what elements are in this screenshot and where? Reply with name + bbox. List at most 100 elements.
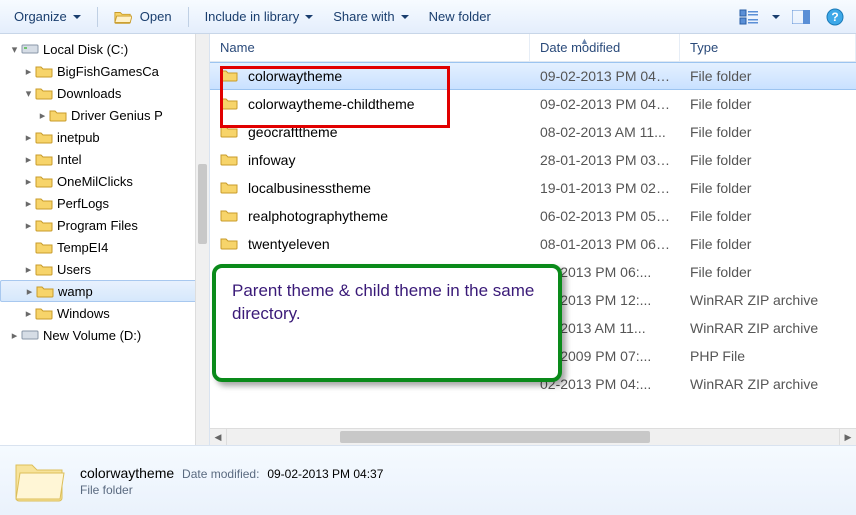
tree-item-downloads[interactable]: ▾ Downloads [0, 82, 209, 104]
folder-icon [220, 207, 242, 226]
open-button[interactable]: Open [108, 6, 178, 28]
label: Windows [57, 306, 110, 321]
cell-type: WinRAR ZIP archive [680, 376, 856, 392]
share-with-menu[interactable]: Share with [327, 6, 414, 27]
scrollbar-thumb[interactable] [340, 431, 650, 443]
tree-item-local-disk[interactable]: ▾ Local Disk (C:) [0, 38, 209, 60]
view-icon [739, 9, 759, 25]
preview-pane-button[interactable] [788, 6, 814, 28]
expand-icon[interactable]: ▸ [8, 329, 21, 342]
file-row[interactable]: realphotographytheme 06-02-2013 PM 05:...… [210, 202, 856, 230]
file-row[interactable]: geocrafttheme 08-02-2013 AM 11...File fol… [210, 118, 856, 146]
label: New Volume (D:) [43, 328, 141, 343]
tree-item-driver[interactable]: ▸ Driver Genius P [0, 104, 209, 126]
tree-item-wamp[interactable]: ▸wamp [0, 280, 209, 302]
tree-item-newvolume[interactable]: ▸ New Volume (D:) [0, 324, 209, 346]
help-button[interactable]: ? [822, 6, 848, 28]
expand-icon[interactable]: ▸ [22, 153, 35, 166]
label: inetpub [57, 130, 100, 145]
file-name: infoway [248, 152, 295, 168]
folder-icon [220, 123, 242, 142]
organize-menu[interactable]: Organize [8, 6, 87, 27]
file-row[interactable]: localbusinesstheme19-01-2013 PM 02:...Fi… [210, 174, 856, 202]
folder-icon [220, 95, 242, 114]
tree-item-inetpub[interactable]: ▸ inetpub [0, 126, 209, 148]
column-name[interactable]: Name [210, 34, 530, 61]
column-date[interactable]: Date modified [530, 34, 680, 61]
file-list: Name ▲ Date modified Type colorwaytheme0… [210, 34, 856, 445]
tree-item-intel[interactable]: ▸Intel [0, 148, 209, 170]
cell-type: File folder [680, 264, 856, 280]
disk-icon [21, 327, 39, 343]
scroll-left-arrow[interactable]: ◀ [210, 429, 227, 445]
label: Downloads [57, 86, 121, 101]
details-type: File folder [80, 483, 383, 497]
folder-icon [35, 129, 53, 145]
file-name: geocrafttheme [248, 124, 338, 140]
file-name: colorwaytheme-childtheme [248, 96, 415, 112]
tree-item-bigfish[interactable]: ▸ BigFishGamesCa [0, 60, 209, 82]
expand-icon[interactable]: ▸ [22, 219, 35, 232]
column-name-label: Name [220, 40, 255, 55]
tree-item-windows[interactable]: ▸ Windows [0, 302, 209, 324]
label: Local Disk (C:) [43, 42, 128, 57]
tree-item-users[interactable]: ▸Users [0, 258, 209, 280]
expand-icon[interactable]: ▸ [23, 285, 36, 298]
cell-date: 09-02-2013 PM 04:... [530, 96, 680, 112]
folder-large-icon [12, 457, 66, 505]
label: Program Files [57, 218, 138, 233]
cell-name: infoway [210, 151, 530, 170]
expand-icon[interactable]: ▸ [22, 65, 35, 78]
cell-name: localbusinesstheme [210, 179, 530, 198]
file-row[interactable]: twentyeleven08-01-2013 PM 06:...File fol… [210, 230, 856, 258]
scroll-right-arrow[interactable]: ▶ [839, 429, 856, 445]
file-row[interactable]: colorwaytheme09-02-2013 PM 04:...File fo… [210, 62, 856, 90]
share-label: Share with [333, 9, 394, 24]
file-row[interactable]: colorwaytheme-childtheme 09-02-2013 PM 04… [210, 90, 856, 118]
organize-label: Organize [14, 9, 67, 24]
include-library-menu[interactable]: Include in library [199, 6, 320, 27]
expand-icon[interactable]: ▾ [22, 87, 35, 100]
chevron-down-icon[interactable] [772, 15, 780, 19]
tree-item-onemilclicks[interactable]: ▸OneMilClicks [0, 170, 209, 192]
details-modified-value: 09-02-2013 PM 04:37 [267, 467, 383, 481]
expand-icon[interactable]: ▸ [22, 197, 35, 210]
expand-icon[interactable]: ▸ [22, 175, 35, 188]
chevron-down-icon [401, 15, 409, 19]
folder-icon [35, 261, 53, 277]
label: Driver Genius P [71, 108, 163, 123]
separator [188, 7, 189, 27]
tree-item-perflogs[interactable]: ▸PerfLogs [0, 192, 209, 214]
cell-date: 08-02-2013 AM 11... [530, 124, 680, 140]
help-icon: ? [826, 8, 844, 26]
expand-icon[interactable]: ▾ [8, 43, 21, 56]
cell-name: twentyeleven [210, 235, 530, 254]
tree-item-tempei4[interactable]: TempEI4 [0, 236, 209, 258]
expand-icon[interactable]: ▸ [22, 131, 35, 144]
folder-icon [36, 283, 54, 299]
folder-icon [35, 239, 53, 255]
view-mode-button[interactable] [736, 6, 762, 28]
details-line1: colorwaytheme Date modified: 09-02-2013 … [80, 465, 383, 481]
scrollbar-thumb[interactable] [198, 164, 207, 244]
new-folder-button[interactable]: New folder [423, 6, 497, 27]
tree-scrollbar[interactable] [195, 34, 209, 445]
column-type[interactable]: Type [680, 34, 856, 61]
label: BigFishGamesCa [57, 64, 159, 79]
file-name: realphotographytheme [248, 208, 388, 224]
open-label: Open [140, 9, 172, 24]
expand-icon[interactable]: ▸ [36, 109, 49, 122]
tree-item-programfiles[interactable]: ▸ Program Files [0, 214, 209, 236]
list-hscrollbar[interactable]: ◀ ▶ [210, 428, 856, 445]
details-modified-label: Date modified: [182, 467, 259, 481]
cell-date: 06-02-2013 PM 05:... [530, 208, 680, 224]
cell-type: File folder [680, 208, 856, 224]
folder-icon [35, 195, 53, 211]
details-name: colorwaytheme [80, 465, 174, 481]
newfolder-label: New folder [429, 9, 491, 24]
expand-icon[interactable]: ▸ [22, 263, 35, 276]
cell-type: File folder [680, 124, 856, 140]
column-headers: Name ▲ Date modified Type [210, 34, 856, 62]
file-row[interactable]: infoway28-01-2013 PM 03:...File folder [210, 146, 856, 174]
expand-icon[interactable]: ▸ [22, 307, 35, 320]
